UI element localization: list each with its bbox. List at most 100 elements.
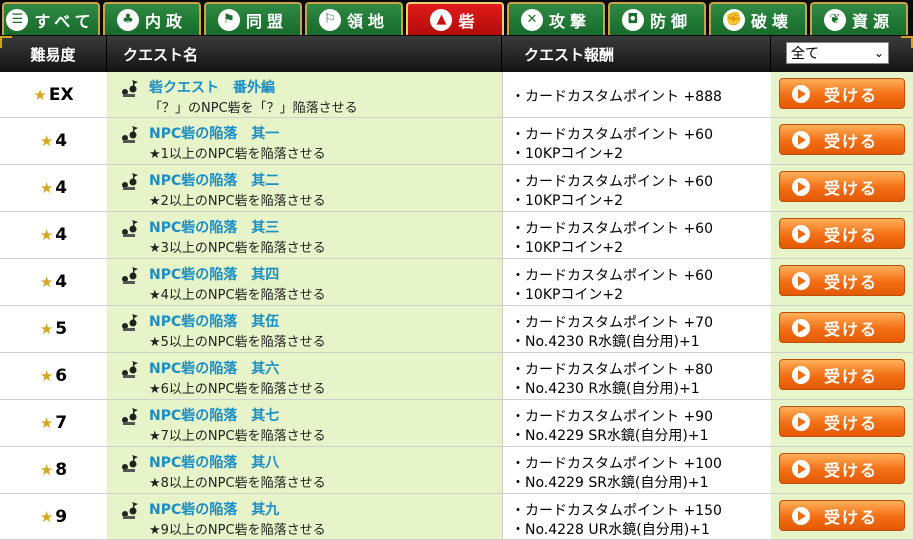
accept-button-label: 受ける	[824, 366, 879, 386]
tab-fort[interactable]: ▲ 砦	[406, 2, 504, 35]
accept-quest-button[interactable]: 受ける	[779, 406, 905, 437]
quest-name-cell: 砦クエスト 番外編「？」のNPC砦を「？」陥落させる	[107, 72, 502, 117]
territory-icon: ⚐	[318, 8, 341, 31]
reward-cell: ・カードカスタムポイント +70 ・No.4230 R水鏡(自分用)+1	[502, 306, 771, 352]
difficulty-cell: ★ EX	[0, 72, 107, 117]
destroy-icon: ✊	[722, 8, 745, 31]
play-icon	[792, 224, 810, 243]
tab-alliance[interactable]: ⚑ 同盟	[204, 2, 302, 35]
play-icon	[792, 84, 810, 103]
quest-title[interactable]: NPC砦の陥落 其四	[149, 264, 279, 284]
accept-button-label: 受ける	[824, 507, 879, 527]
difficulty-cell: ★ 5	[0, 306, 107, 352]
reward-line: ・カードカスタムポイント +100	[511, 456, 722, 472]
tab-attack[interactable]: ✕ 攻撃	[507, 2, 605, 35]
tab-label: 内政	[144, 11, 187, 31]
table-row: ★ 7 NPC砦の陥落 其七 ★7以上のNPC砦を陥落させる ・カードカスタムポイント …	[0, 400, 913, 447]
difficulty-cell: ★ 4	[0, 118, 107, 164]
quest-description: 「？」のNPC砦を「？」陥落させる	[149, 101, 358, 116]
reward-line: ・No.4230 R水鏡(自分用)+1	[511, 334, 700, 350]
reward-line: ・10KPコイン+2	[511, 240, 624, 256]
fort-quest-icon	[122, 80, 138, 97]
accept-quest-button[interactable]: 受ける	[779, 312, 905, 343]
difficulty-cell: ★ 7	[0, 400, 107, 446]
domestic-icon: ♣	[116, 8, 139, 31]
fort-quest-icon	[122, 220, 138, 237]
quest-description: ★6以上のNPC砦を陥落させる	[149, 382, 326, 397]
list-icon: ☰	[6, 8, 29, 31]
quest-title[interactable]: NPC砦の陥落 其二	[149, 170, 279, 190]
difficulty-cell: ★ 4	[0, 259, 107, 305]
action-cell: 受ける	[771, 212, 913, 258]
accept-quest-button[interactable]: 受ける	[779, 78, 905, 109]
tab-destroy[interactable]: ✊ 破壊	[709, 2, 807, 35]
quest-description: ★1以上のNPC砦を陥落させる	[149, 147, 326, 162]
quest-title[interactable]: NPC砦の陥落 其九	[149, 499, 279, 519]
difficulty-value: 4	[55, 272, 68, 292]
quest-title[interactable]: NPC砦の陥落 其三	[149, 217, 279, 237]
reward-cell: ・カードカスタムポイント +60 ・10KPコイン+2	[502, 259, 771, 305]
table-row: ★ 4 NPC砦の陥落 其三 ★3以上のNPC砦を陥落させる ・カードカスタムポイント …	[0, 212, 913, 259]
tab-label: 攻撃	[548, 11, 591, 31]
star-icon: ★	[39, 273, 54, 291]
star-icon: ★	[39, 226, 54, 244]
difficulty-value: 7	[55, 413, 68, 433]
reward-line: ・カードカスタムポイント +888	[511, 89, 722, 105]
quest-description: ★4以上のNPC砦を陥落させる	[149, 288, 326, 303]
quest-title[interactable]: NPC砦の陥落 其六	[149, 358, 279, 378]
quest-title[interactable]: NPC砦の陥落 其七	[149, 405, 279, 425]
quest-name-cell: NPC砦の陥落 其一 ★1以上のNPC砦を陥落させる	[107, 118, 502, 164]
tab-domestic[interactable]: ♣ 内政	[103, 2, 201, 35]
tab-defense[interactable]: ◘ 防御	[608, 2, 706, 35]
play-icon	[792, 365, 810, 384]
accept-quest-button[interactable]: 受ける	[779, 453, 905, 484]
accept-quest-button[interactable]: 受ける	[779, 218, 905, 249]
accept-quest-button[interactable]: 受ける	[779, 171, 905, 202]
accept-button-label: 受ける	[824, 460, 879, 480]
tab-label: 資源	[851, 11, 894, 31]
table-row: ★ 4 NPC砦の陥落 其二 ★2以上のNPC砦を陥落させる ・カードカスタムポイント …	[0, 165, 913, 212]
header-quest-name: クエスト名	[107, 36, 502, 72]
tab-label: 砦	[458, 11, 480, 31]
chevron-down-icon: ⌄	[873, 46, 884, 60]
star-icon: ★	[39, 461, 54, 479]
difficulty-cell: ★ 8	[0, 447, 107, 493]
action-cell: 受ける	[771, 400, 913, 446]
quest-description: ★8以上のNPC砦を陥落させる	[149, 476, 326, 491]
table-row: ★ 8 NPC砦の陥落 其八 ★8以上のNPC砦を陥落させる ・カードカスタムポイント …	[0, 447, 913, 494]
quest-title[interactable]: NPC砦の陥落 其八	[149, 452, 279, 472]
fort-quest-icon	[122, 502, 138, 519]
accept-quest-button[interactable]: 受ける	[779, 124, 905, 155]
quest-description: ★2以上のNPC砦を陥落させる	[149, 194, 326, 209]
play-icon	[792, 177, 810, 196]
quest-title[interactable]: 砦クエスト 番外編	[149, 77, 275, 97]
reward-line: ・No.4228 UR水鏡(自分用)+1	[511, 522, 710, 538]
reward-cell: ・カードカスタムポイント +888	[502, 72, 771, 117]
play-icon	[792, 506, 810, 525]
alliance-icon: ⚑	[217, 8, 240, 31]
difficulty-value: 6	[55, 366, 68, 386]
quest-name-cell: NPC砦の陥落 其八 ★8以上のNPC砦を陥落させる	[107, 447, 502, 493]
fort-quest-icon	[122, 126, 138, 143]
tab-resource[interactable]: ❦ 資源	[810, 2, 908, 35]
reward-line: ・カードカスタムポイント +80	[511, 362, 713, 378]
action-cell: 受ける	[771, 306, 913, 352]
quest-title[interactable]: NPC砦の陥落 其伍	[149, 311, 279, 331]
accept-quest-button[interactable]: 受ける	[779, 500, 905, 531]
accept-quest-button[interactable]: 受ける	[779, 265, 905, 296]
accept-button-label: 受ける	[824, 319, 879, 339]
accept-quest-button[interactable]: 受ける	[779, 359, 905, 390]
difficulty-value: 4	[55, 225, 68, 245]
quest-description: ★9以上のNPC砦を陥落させる	[149, 523, 326, 538]
quest-title[interactable]: NPC砦の陥落 其一	[149, 123, 279, 143]
reward-line: ・10KPコイン+2	[511, 193, 624, 209]
tab-list[interactable]: ☰ すべて	[2, 2, 100, 35]
filter-select[interactable]: 全て ⌄	[786, 42, 889, 64]
star-icon: ★	[39, 414, 54, 432]
resource-icon: ❦	[823, 8, 846, 31]
tab-label: 領地	[346, 11, 389, 31]
reward-line: ・カードカスタムポイント +90	[511, 409, 713, 425]
tab-territory[interactable]: ⚐ 領地	[305, 2, 403, 35]
star-icon: ★	[39, 507, 54, 526]
play-icon	[792, 271, 810, 290]
